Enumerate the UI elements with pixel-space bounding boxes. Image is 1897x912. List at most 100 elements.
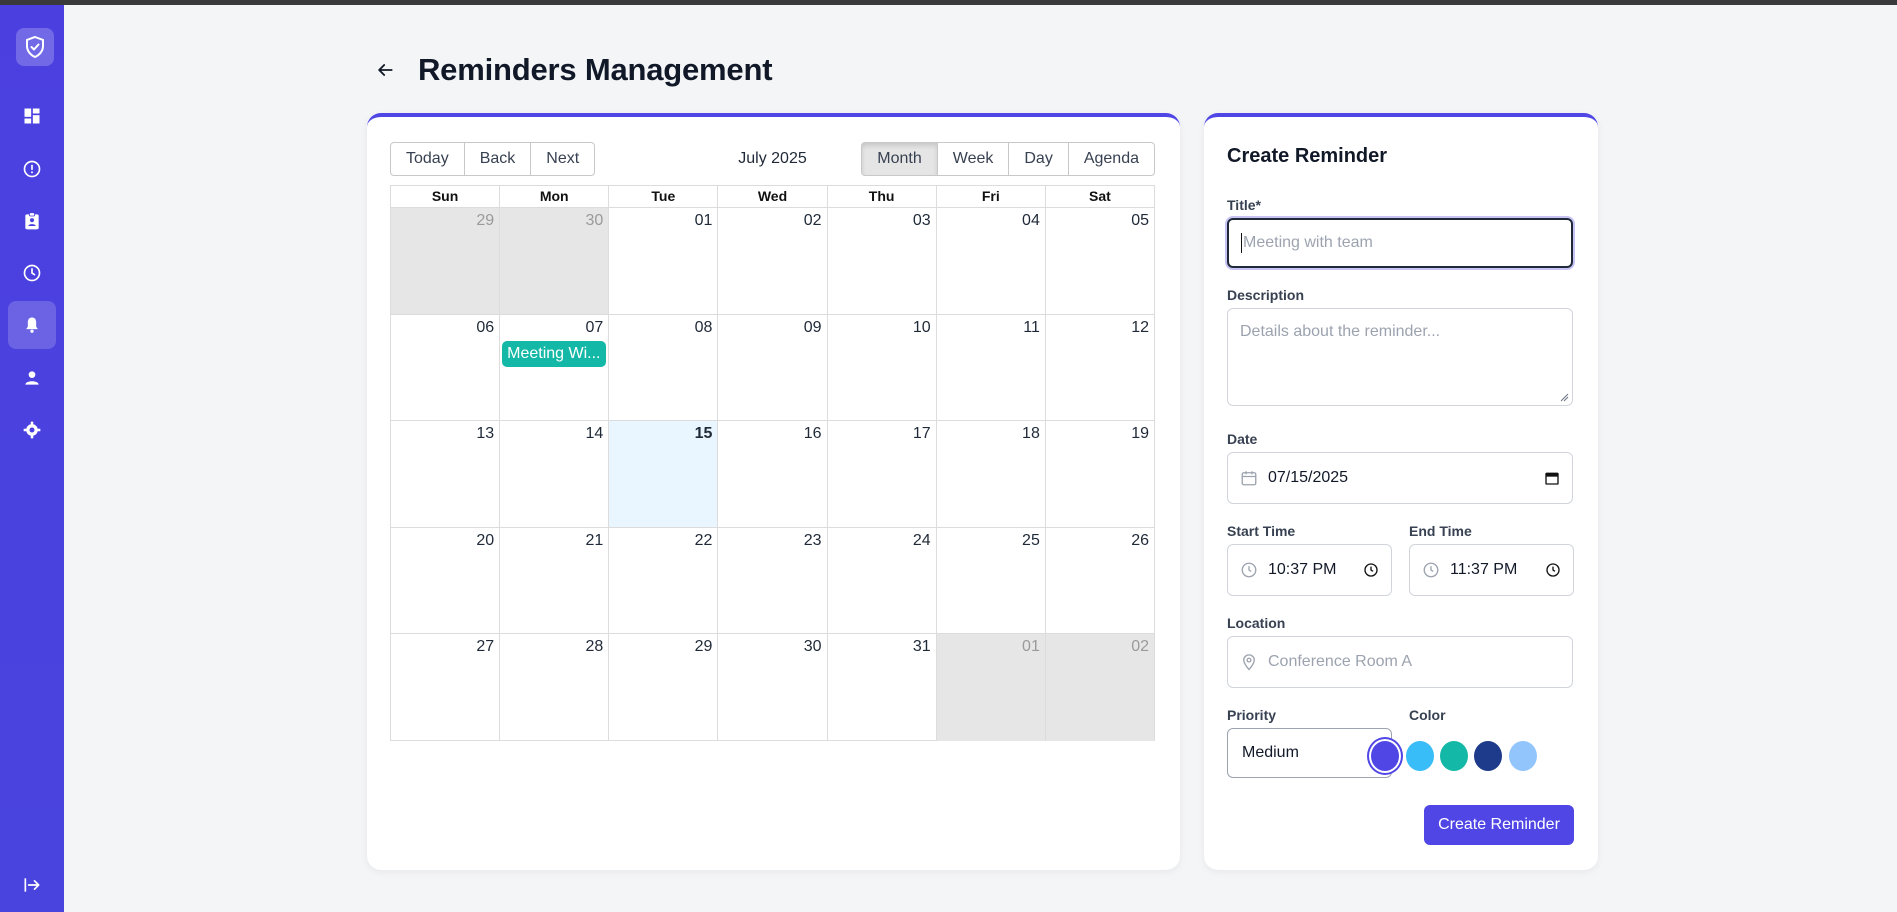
day-number[interactable]: 10	[913, 319, 931, 337]
day-cell[interactable]: 06	[391, 315, 499, 421]
day-number[interactable]: 30	[585, 212, 603, 230]
day-number[interactable]: 14	[585, 425, 603, 443]
end-time-input[interactable]: 11:37 PM	[1409, 544, 1574, 596]
day-number[interactable]: 16	[804, 425, 822, 443]
day-number[interactable]: 17	[913, 425, 931, 443]
start-time-input[interactable]: 10:37 PM	[1227, 544, 1392, 596]
alert-icon[interactable]	[8, 145, 56, 193]
back-button[interactable]: Back	[463, 142, 532, 176]
day-cell[interactable]: 07 Meeting Wi...	[499, 314, 608, 421]
day-number[interactable]: 07	[585, 319, 603, 337]
day-cell[interactable]: 22	[608, 527, 717, 634]
day-cell[interactable]: 28	[499, 634, 608, 741]
day-cell[interactable]: 30	[499, 208, 609, 314]
day-number[interactable]: 09	[804, 319, 822, 337]
back-arrow-icon[interactable]	[367, 52, 403, 88]
logout-icon[interactable]	[8, 861, 56, 909]
next-button[interactable]: Next	[530, 142, 596, 176]
day-cell[interactable]: 12	[1044, 314, 1154, 421]
date-picker-icon[interactable]	[1544, 470, 1560, 486]
day-cell[interactable]: 29	[608, 634, 717, 741]
time-picker-icon[interactable]	[1363, 562, 1379, 578]
day-cell[interactable]: 29	[391, 208, 500, 314]
day-number[interactable]: 02	[804, 212, 822, 230]
color-swatch[interactable]	[1406, 741, 1434, 771]
create-reminder-button[interactable]: Create Reminder	[1424, 805, 1574, 845]
clipboard-user-icon[interactable]	[8, 197, 56, 245]
day-cell[interactable]: 01	[608, 208, 717, 314]
day-number[interactable]: 01	[695, 212, 713, 230]
day-cell[interactable]: 26	[1044, 527, 1154, 634]
day-number[interactable]: 23	[804, 532, 822, 550]
day-number[interactable]: 21	[585, 532, 603, 550]
day-cell[interactable]: 02	[1044, 634, 1154, 741]
day-number[interactable]: 20	[476, 532, 494, 550]
day-number[interactable]: 29	[695, 638, 713, 656]
day-cell[interactable]: 24	[826, 527, 936, 634]
day-number[interactable]: 04	[1022, 212, 1040, 230]
day-cell[interactable]: 19	[1044, 421, 1154, 527]
day-number[interactable]: 01	[1022, 638, 1040, 656]
day-cell[interactable]: 14	[499, 421, 608, 527]
day-number[interactable]: 11	[1023, 319, 1040, 337]
dashboard-icon[interactable]	[8, 92, 56, 140]
time-picker-icon[interactable]	[1545, 562, 1561, 578]
bell-icon[interactable]	[8, 301, 56, 349]
day-number[interactable]: 22	[695, 532, 713, 550]
location-input[interactable]: Conference Room A	[1227, 636, 1573, 688]
color-swatch[interactable]	[1474, 741, 1502, 771]
day-cell[interactable]: 21	[499, 527, 608, 634]
title-input[interactable]: Meeting with team	[1227, 218, 1573, 268]
resize-handle-icon[interactable]	[1559, 392, 1569, 402]
color-swatch[interactable]	[1371, 741, 1399, 771]
day-view-button[interactable]: Day	[1008, 142, 1069, 176]
day-cell[interactable]: 04	[935, 208, 1045, 314]
day-cell[interactable]: 18	[935, 421, 1045, 527]
day-cell[interactable]: 25	[935, 527, 1045, 634]
day-cell[interactable]: 02	[717, 208, 826, 314]
day-cell[interactable]: 20	[391, 528, 499, 634]
day-cell[interactable]: 13	[391, 421, 499, 527]
day-number[interactable]: 25	[1022, 532, 1040, 550]
day-number[interactable]: 24	[913, 532, 931, 550]
priority-select[interactable]: Medium	[1227, 728, 1392, 778]
day-number[interactable]: 27	[476, 638, 494, 656]
day-cell[interactable]: 11	[935, 314, 1045, 421]
month-view-button[interactable]: Month	[861, 142, 938, 176]
agenda-view-button[interactable]: Agenda	[1067, 142, 1155, 176]
color-swatch[interactable]	[1440, 741, 1468, 771]
day-number[interactable]: 26	[1131, 532, 1149, 550]
day-cell[interactable]: 27	[391, 634, 499, 741]
day-number[interactable]: 15	[695, 425, 713, 443]
shield-logo-icon[interactable]	[16, 28, 54, 66]
day-number[interactable]: 06	[476, 319, 494, 337]
calendar-event[interactable]: Meeting Wi...	[502, 340, 607, 367]
day-number[interactable]: 18	[1022, 425, 1040, 443]
day-cell-today[interactable]: 15	[608, 421, 718, 527]
day-number[interactable]: 13	[476, 425, 494, 443]
user-icon[interactable]	[8, 354, 56, 402]
clock-icon[interactable]	[8, 249, 56, 297]
day-number[interactable]: 28	[585, 638, 603, 656]
day-cell[interactable]: 09	[717, 314, 826, 421]
day-number[interactable]: 19	[1131, 425, 1149, 443]
day-cell[interactable]: 05	[1044, 208, 1154, 314]
day-cell[interactable]: 01	[935, 634, 1045, 741]
day-cell[interactable]: 10	[826, 314, 936, 421]
day-cell[interactable]: 31	[826, 634, 936, 741]
day-cell[interactable]: 23	[717, 527, 826, 634]
day-cell[interactable]: 16	[717, 421, 826, 527]
day-cell[interactable]: 30	[717, 634, 826, 741]
day-cell[interactable]: 08	[608, 314, 717, 421]
day-number[interactable]: 12	[1131, 319, 1149, 337]
day-number[interactable]: 05	[1131, 212, 1149, 230]
today-button[interactable]: Today	[390, 142, 465, 176]
date-input[interactable]: 07/15/2025	[1227, 452, 1573, 504]
day-number[interactable]: 03	[913, 212, 931, 230]
color-swatch[interactable]	[1509, 741, 1537, 771]
description-textarea[interactable]: Details about the reminder...	[1227, 308, 1573, 406]
day-cell[interactable]: 03	[826, 208, 936, 314]
day-number[interactable]: 29	[476, 212, 494, 230]
week-view-button[interactable]: Week	[936, 142, 1010, 176]
day-number[interactable]: 30	[804, 638, 822, 656]
